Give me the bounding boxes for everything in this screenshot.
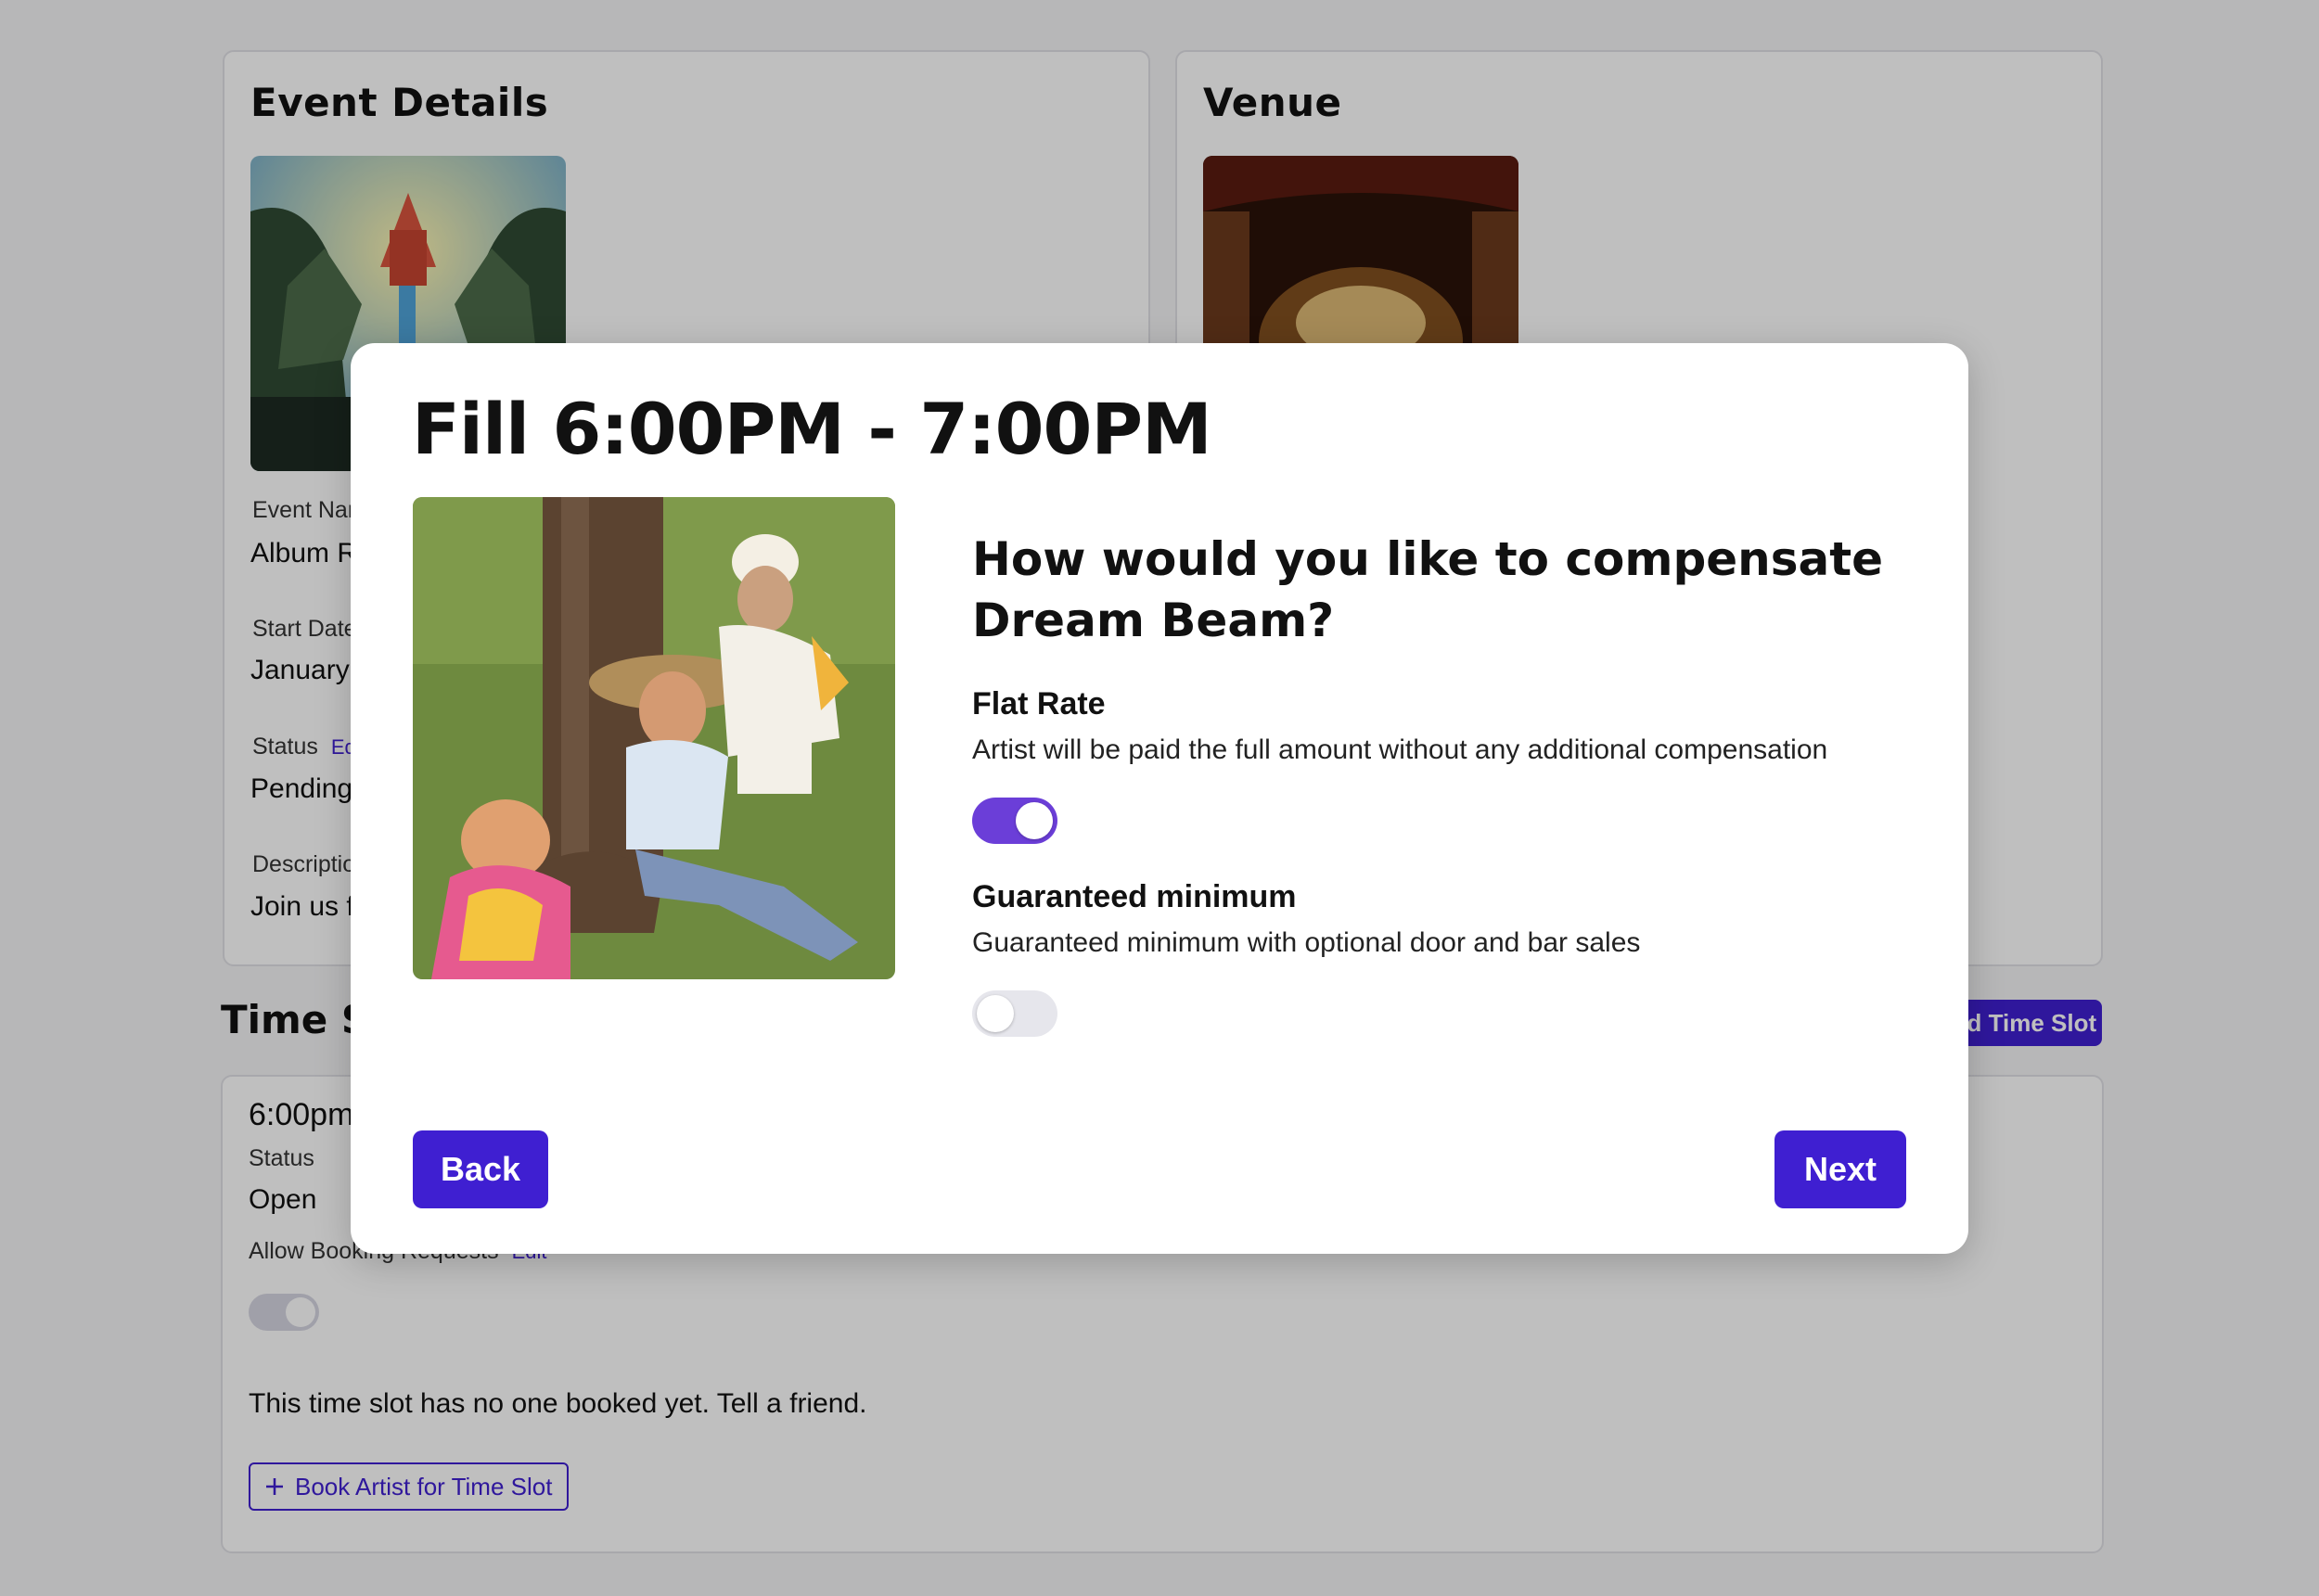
compensation-modal: Fill 6:00PM - 7:00PM How would you like … bbox=[351, 343, 1968, 1254]
guaranteed-minimum-toggle[interactable] bbox=[972, 990, 1057, 1037]
flat-rate-title: Flat Rate bbox=[972, 686, 1106, 721]
compensation-question: How would you like to compensate Dream B… bbox=[972, 532, 1884, 647]
toggle-knob bbox=[1016, 802, 1053, 839]
flat-rate-toggle[interactable] bbox=[972, 798, 1057, 844]
modal-title: Fill 6:00PM - 7:00PM bbox=[412, 388, 1212, 470]
guaranteed-minimum-description: Guaranteed minimum with optional door an… bbox=[972, 927, 1641, 958]
next-button[interactable]: Next bbox=[1774, 1130, 1906, 1208]
artist-photo bbox=[413, 497, 895, 979]
guaranteed-minimum-title: Guaranteed minimum bbox=[972, 879, 1297, 914]
flat-rate-description: Artist will be paid the full amount with… bbox=[972, 734, 1828, 765]
toggle-knob bbox=[977, 995, 1014, 1032]
back-button[interactable]: Back bbox=[413, 1130, 548, 1208]
